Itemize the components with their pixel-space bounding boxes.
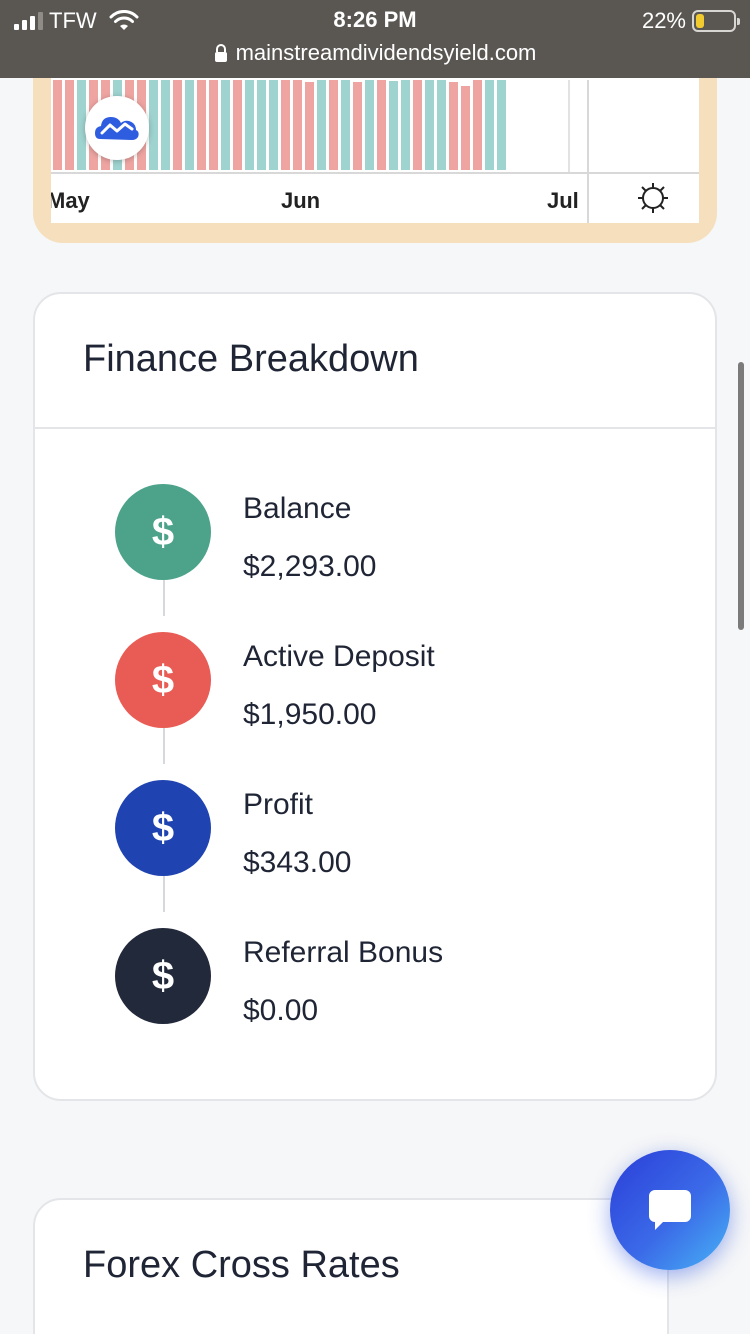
x-axis-label-may: May bbox=[51, 188, 90, 213]
divider bbox=[35, 427, 715, 429]
volume-bar bbox=[473, 80, 482, 170]
address-bar[interactable]: mainstreamdividendsyield.com bbox=[0, 40, 750, 66]
volume-bar bbox=[149, 80, 158, 170]
forex-cross-rates-card: Forex Cross Rates bbox=[33, 1198, 669, 1334]
timeline-connector bbox=[163, 580, 165, 616]
volume-bar bbox=[353, 82, 362, 170]
dollar-icon: $ bbox=[115, 632, 211, 728]
volume-bar bbox=[365, 80, 374, 170]
page-scrollbar[interactable] bbox=[738, 362, 744, 630]
chart-settings-button[interactable] bbox=[606, 173, 699, 223]
volume-bar bbox=[233, 80, 242, 170]
volume-bar bbox=[329, 80, 338, 170]
finance-item-referral-bonus: $ Referral Bonus $0.00 bbox=[115, 928, 675, 1028]
clock: 8:26 PM bbox=[333, 7, 417, 32]
volume-bar bbox=[281, 80, 290, 170]
volume-bar bbox=[413, 80, 422, 170]
timeline-connector bbox=[163, 728, 165, 764]
dollar-icon: $ bbox=[115, 484, 211, 580]
volume-bar bbox=[425, 80, 434, 170]
volume-bar bbox=[221, 80, 230, 170]
volume-bar bbox=[449, 82, 458, 170]
volume-bar bbox=[197, 80, 206, 170]
battery-status: 22% bbox=[641, 8, 740, 34]
finance-item-active-deposit: $ Active Deposit $1,950.00 bbox=[115, 632, 675, 732]
finance-breakdown-title: Finance Breakdown bbox=[83, 338, 419, 380]
volume-bar bbox=[401, 80, 410, 170]
x-axis-label-jul: Jul bbox=[547, 188, 579, 213]
finance-item-value: $343.00 bbox=[243, 846, 352, 879]
dollar-icon: $ bbox=[115, 928, 211, 1024]
chat-button[interactable] bbox=[610, 1150, 730, 1270]
tradingview-logo-icon[interactable] bbox=[85, 96, 149, 160]
x-axis-label-jun: Jun bbox=[281, 188, 321, 213]
volume-bar bbox=[53, 80, 62, 170]
finance-item-value: $1,950.00 bbox=[243, 698, 377, 731]
volume-bar bbox=[173, 80, 182, 170]
finance-item-label: Referral Bonus bbox=[243, 936, 444, 969]
gear-icon bbox=[637, 183, 668, 213]
volume-bar bbox=[485, 80, 494, 170]
url-text: mainstreamdividendsyield.com bbox=[235, 40, 537, 65]
dollar-icon: $ bbox=[115, 780, 211, 876]
volume-bar bbox=[305, 82, 314, 170]
finance-item-label: Balance bbox=[243, 492, 352, 525]
volume-bar bbox=[389, 81, 398, 170]
forex-cross-rates-title: Forex Cross Rates bbox=[83, 1244, 400, 1286]
volume-bar bbox=[185, 80, 194, 170]
timeline-connector bbox=[163, 876, 165, 912]
volume-bar bbox=[65, 80, 74, 170]
volume-bar bbox=[209, 80, 218, 170]
chat-bubble-icon bbox=[649, 1190, 691, 1230]
lock-icon bbox=[214, 44, 227, 62]
volume-bar bbox=[257, 80, 266, 170]
volume-bar bbox=[269, 80, 278, 170]
volume-bar bbox=[377, 80, 386, 170]
volume-bar bbox=[497, 80, 506, 170]
finance-item-value: $0.00 bbox=[243, 994, 319, 1027]
finance-item-balance: $ Balance $2,293.00 bbox=[115, 484, 675, 584]
battery-percent: 22% bbox=[641, 8, 686, 33]
volume-bar bbox=[245, 80, 254, 170]
volume-bar bbox=[437, 80, 446, 170]
finance-item-profit: $ Profit $343.00 bbox=[115, 780, 675, 880]
finance-breakdown-card: Finance Breakdown $ Balance $2,293.00 $ … bbox=[33, 292, 717, 1101]
volume-bar bbox=[161, 80, 170, 170]
volume-bar bbox=[293, 80, 302, 170]
volume-bar bbox=[341, 80, 350, 170]
finance-item-label: Active Deposit bbox=[243, 640, 435, 673]
battery-icon bbox=[692, 10, 740, 32]
status-bar: TFW 8:26 PM 22% mainstreamdividendsyield… bbox=[0, 0, 750, 78]
finance-item-value: $2,293.00 bbox=[243, 550, 377, 583]
volume-bar bbox=[461, 86, 470, 170]
finance-item-label: Profit bbox=[243, 788, 314, 821]
volume-bar bbox=[317, 80, 326, 170]
